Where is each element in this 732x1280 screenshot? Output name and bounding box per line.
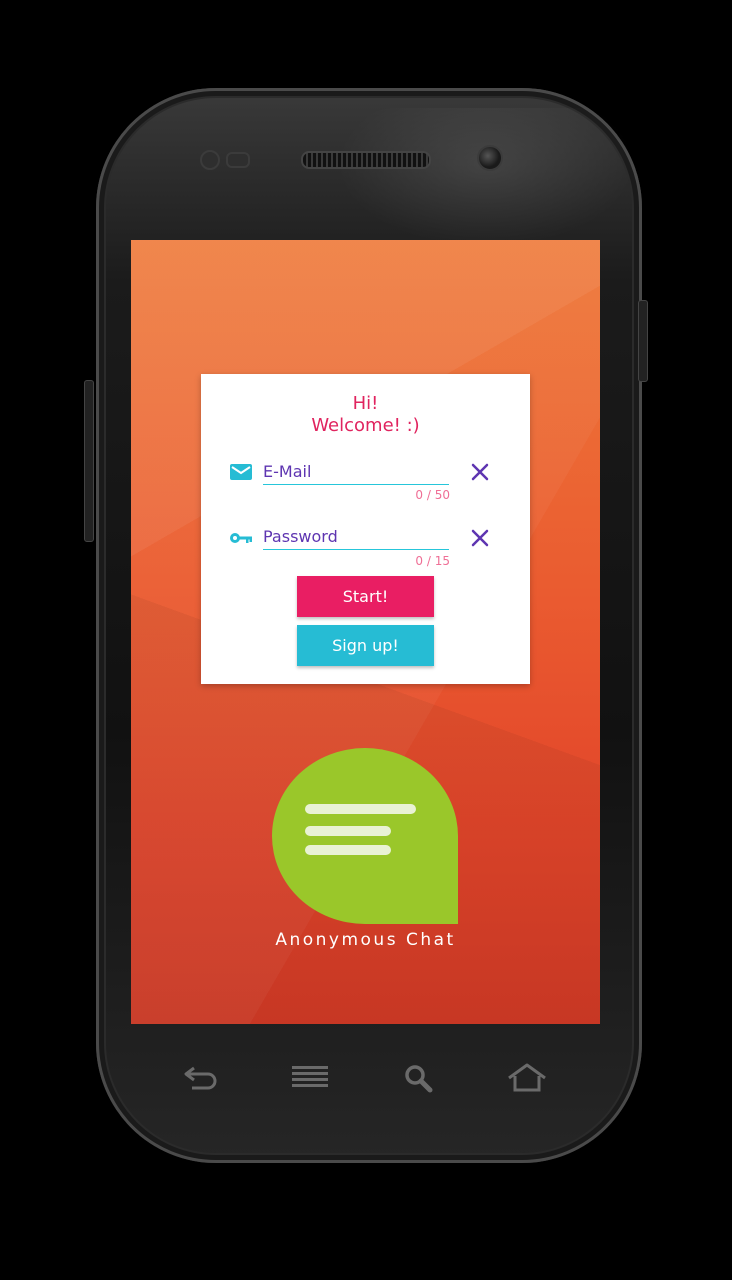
clear-email-icon[interactable] (470, 462, 490, 482)
menu-icon[interactable] (288, 1060, 332, 1096)
password-char-counter: 0 / 15 (415, 554, 450, 568)
email-char-counter: 0 / 50 (415, 488, 450, 502)
home-icon[interactable] (505, 1060, 549, 1096)
volume-button (84, 380, 94, 542)
email-icon (230, 464, 252, 480)
greeting-title: Hi! (352, 393, 379, 414)
back-icon[interactable] (178, 1060, 222, 1096)
signup-button[interactable]: Sign up! (297, 625, 434, 666)
app-name: Anonymous Chat (275, 930, 456, 950)
power-button (638, 300, 648, 382)
start-button[interactable]: Start! (297, 576, 434, 617)
email-field[interactable] (263, 460, 449, 485)
search-icon[interactable] (397, 1060, 441, 1096)
earpiece-speaker (301, 151, 431, 169)
greeting-subtitle: Welcome! :) (311, 415, 420, 436)
app-screen: Hi! Welcome! :) 0 / 50 0 / 15 Start! Sig… (131, 240, 600, 1024)
chat-bubble-icon (272, 748, 458, 924)
login-card: Hi! Welcome! :) 0 / 50 0 / 15 Start! Sig… (201, 374, 530, 684)
clear-password-icon[interactable] (470, 528, 490, 548)
front-camera (477, 145, 503, 171)
proximity-sensor (200, 150, 220, 170)
light-sensor (226, 152, 250, 168)
key-icon (230, 533, 252, 543)
password-field[interactable] (263, 525, 449, 550)
